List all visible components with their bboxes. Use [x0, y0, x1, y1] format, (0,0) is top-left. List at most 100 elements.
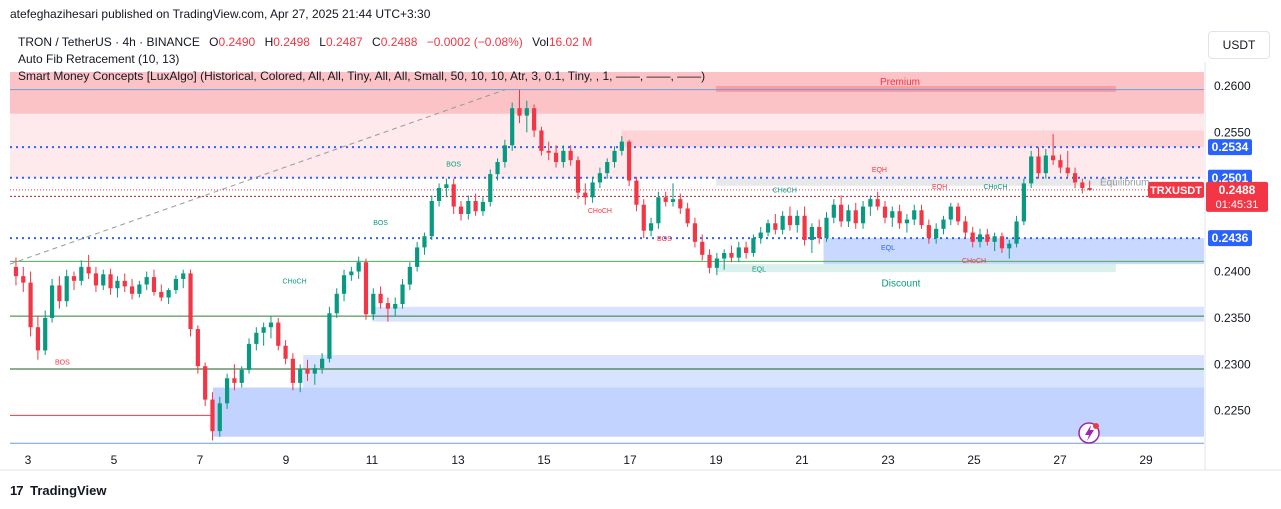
candle-body: [261, 327, 266, 333]
candle-body: [298, 368, 303, 383]
tradingview-logo-icon: 17: [10, 483, 24, 498]
structure-label: CHoCH: [962, 258, 986, 265]
candle-body: [283, 345, 288, 359]
time-tick-label: 27: [1053, 453, 1067, 467]
candle-body: [890, 211, 895, 218]
candle-body: [714, 258, 719, 268]
symbol-name[interactable]: TRON / TetherUS · 4h · BINANCE: [18, 35, 200, 49]
indicator-fib[interactable]: Auto Fib Retracement (10, 13): [18, 51, 705, 68]
structure-label: CHoCH: [773, 188, 797, 195]
candle-body: [1029, 156, 1034, 184]
candle-body: [393, 304, 398, 309]
candle-body: [378, 293, 383, 304]
last-price-label: 0.2488: [1219, 183, 1256, 197]
time-tick-label: 17: [623, 453, 637, 467]
candle-body: [729, 252, 734, 258]
volume-key: Vol: [532, 35, 549, 49]
candle-body: [327, 313, 332, 359]
candle-body: [137, 284, 142, 294]
candle-body: [985, 234, 990, 242]
supply-block: [621, 130, 1204, 148]
low-value: 0.2487: [325, 35, 363, 49]
low-key: L: [319, 35, 326, 49]
candle-body: [49, 285, 55, 318]
countdown-label: 01:45:31: [1216, 199, 1259, 211]
volume-value: 16.02 M: [548, 35, 593, 49]
candle-body: [561, 150, 566, 163]
time-tick-label: 25: [967, 453, 981, 467]
candle-body: [363, 262, 369, 315]
candle-body: [64, 276, 69, 302]
tradingview-brand[interactable]: 17 TradingView: [10, 483, 106, 498]
published-line: atefeghazihesari published on TradingVie…: [10, 7, 431, 21]
candle-body: [597, 173, 602, 183]
candle-body: [188, 273, 193, 330]
candle-body: [627, 141, 632, 181]
candle-body: [897, 211, 902, 224]
candle-body: [371, 293, 376, 315]
candle-body: [758, 232, 763, 239]
candle-body: [458, 206, 464, 214]
candle-body: [195, 329, 200, 367]
candle-body: [86, 266, 91, 274]
candle-body: [656, 197, 661, 224]
symbol-tag-label: TRXUSDT: [1150, 185, 1202, 197]
indicator-smc[interactable]: Smart Money Concepts [LuxAlgo] (Historic…: [18, 68, 705, 85]
price-tick-label: 0.2550: [1214, 125, 1251, 139]
candle-body: [217, 403, 222, 432]
candle-body: [181, 273, 186, 279]
candle-body: [736, 247, 741, 258]
candle-body: [246, 343, 252, 370]
candle-body: [1036, 156, 1041, 174]
price-tick-label: 0.2250: [1214, 404, 1251, 418]
candle-body: [648, 223, 654, 231]
structure-label: BOS: [373, 220, 388, 227]
candle-body: [43, 317, 48, 351]
candle-body: [539, 130, 544, 151]
candle-body: [1007, 243, 1012, 249]
candle-body: [839, 204, 844, 222]
candle-body: [568, 150, 573, 161]
candle-body: [553, 152, 559, 163]
candle-body: [524, 108, 529, 116]
structure-label: EQH: [872, 167, 887, 174]
symbol-row: TRON / TetherUS · 4h · BINANCE O0.2490 H…: [18, 34, 705, 51]
candle-body: [1058, 160, 1063, 168]
candle-body: [817, 226, 822, 239]
discount-zone-label: Discount: [882, 278, 921, 289]
candle-body: [722, 252, 727, 259]
flash-icon[interactable]: [1078, 422, 1100, 444]
candle-body: [590, 182, 595, 198]
candle-body: [1021, 183, 1026, 222]
candle-body: [948, 206, 953, 220]
candle-body: [422, 236, 427, 248]
price-tick-label: 0.2300: [1214, 357, 1251, 371]
time-tick-label: 5: [111, 453, 118, 467]
structure-label: CHoCH: [283, 279, 307, 286]
price-tag-label: 0.2436: [1212, 231, 1249, 245]
candle-body: [407, 266, 412, 285]
currency-button[interactable]: USDT: [1208, 31, 1270, 59]
chart-legend: TRON / TetherUS · 4h · BINANCE O0.2490 H…: [18, 34, 705, 85]
candle-body: [941, 219, 946, 229]
candle-body: [210, 399, 215, 432]
candle-body: [619, 141, 624, 151]
candle-body: [129, 286, 135, 294]
structure-label: EQH: [932, 184, 947, 191]
candle-body: [466, 200, 471, 214]
candle-body: [773, 223, 778, 230]
close-value: 0.2488: [380, 35, 418, 49]
price-tick-label: 0.2400: [1214, 265, 1251, 279]
demand-block-3: [303, 355, 1204, 388]
candle-body: [634, 180, 639, 205]
candle-body: [473, 200, 478, 212]
candle-body: [780, 215, 785, 230]
candle-body: [992, 236, 997, 242]
candle-body: [831, 204, 836, 218]
premium-zone-label: Premium: [880, 77, 920, 88]
candle-body: [1014, 221, 1019, 244]
time-tick-label: 21: [795, 453, 809, 467]
candle-body: [919, 210, 924, 226]
candle-body: [904, 219, 910, 224]
discount-inner-block: [716, 264, 1116, 273]
